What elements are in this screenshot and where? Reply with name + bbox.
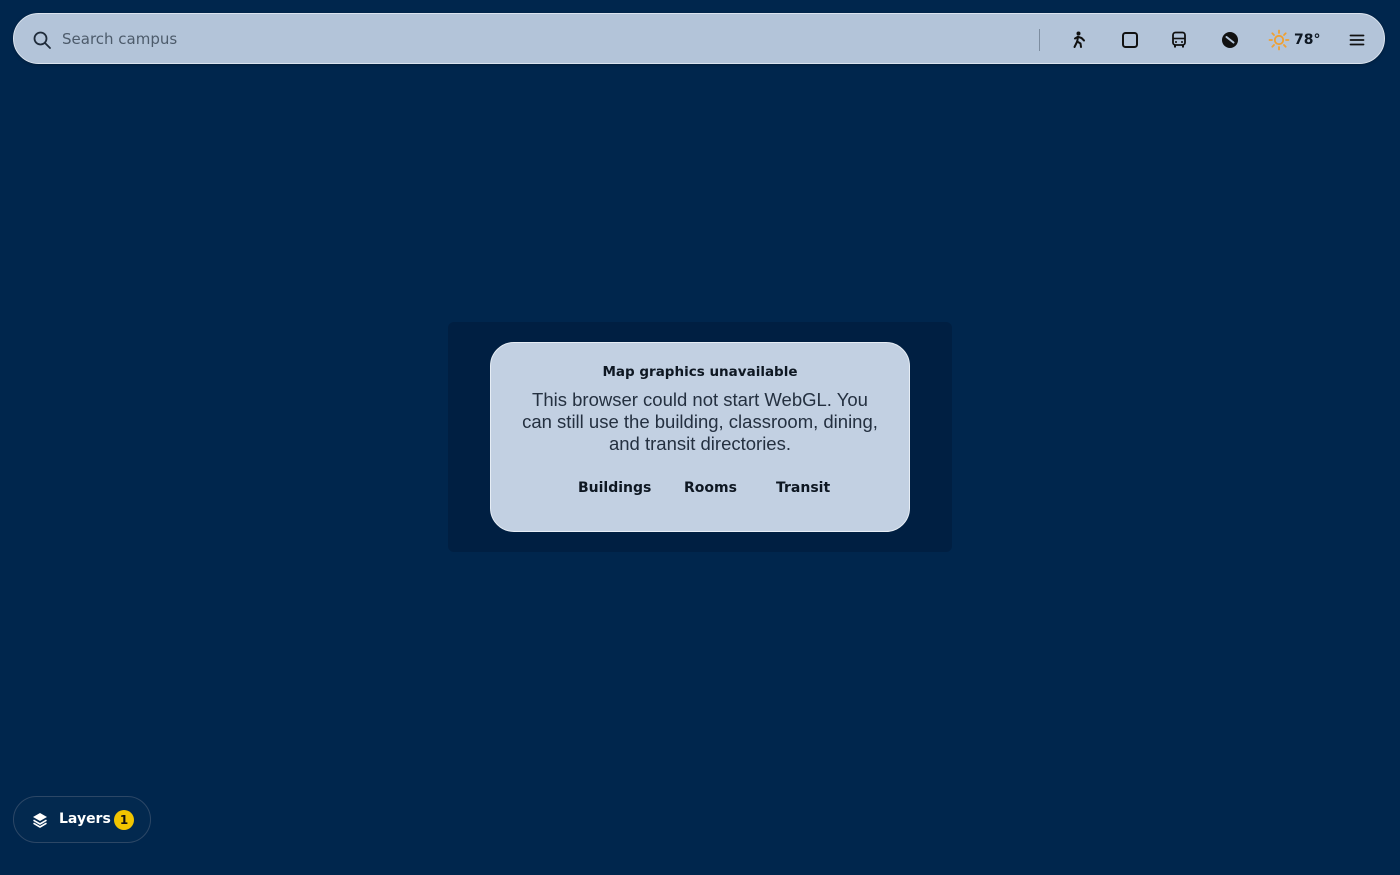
webgl-error-dialog: Map graphics unavailable This browser co… (490, 342, 910, 532)
dialog-message: This browser could not start WebGL. You … (522, 389, 878, 454)
rooms-link[interactable]: Rooms (684, 480, 737, 496)
square-icon (1122, 32, 1138, 48)
transit-button[interactable] (1164, 25, 1194, 55)
menu-icon (1349, 34, 1365, 46)
search-icon (33, 31, 51, 49)
accessibility-icon (1073, 31, 1085, 48)
menu-button[interactable] (1342, 25, 1372, 55)
buildings-link[interactable]: Buildings (578, 480, 651, 496)
transit-link[interactable]: Transit (776, 480, 830, 496)
weather-widget[interactable]: 78° (1268, 25, 1320, 55)
toolbar-divider (1039, 29, 1040, 51)
compass-icon (1222, 32, 1238, 48)
dialog-title: Map graphics unavailable (602, 364, 798, 380)
weather-temperature: 78° (1294, 32, 1321, 48)
search-input[interactable] (62, 22, 1022, 56)
accessibility-button[interactable] (1063, 25, 1093, 55)
bus-icon (1172, 31, 1186, 48)
layers-label: Layers (59, 811, 111, 827)
search-bar: 78° (13, 13, 1385, 64)
sun-icon (1268, 29, 1290, 51)
map-app: 78° Map graphics unavailable This browse… (0, 0, 1400, 875)
dialog-actions: Buildings Rooms Transit (491, 480, 909, 504)
layers-count-badge: 1 (114, 810, 134, 830)
layers-icon (33, 813, 47, 828)
layers-button[interactable]: Layers 1 (13, 796, 151, 843)
floor-plan-button[interactable] (1115, 25, 1145, 55)
explore-button[interactable] (1215, 25, 1245, 55)
